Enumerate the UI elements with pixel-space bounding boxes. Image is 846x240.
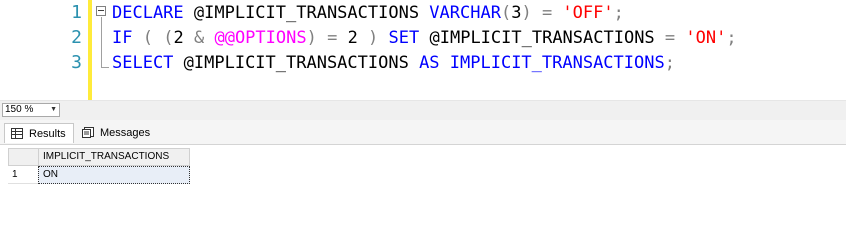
identifier-token: @IMPLICIT_TRANSACTIONS	[419, 28, 665, 48]
tab-results-label: Results	[29, 128, 66, 140]
grid-icon	[11, 128, 23, 139]
identifier-token: @IMPLICIT_TRANSACTIONS	[173, 53, 420, 73]
operator-token: )	[306, 28, 317, 48]
line-number-gutter: 1 2 3	[0, 0, 88, 100]
identifier-token: @IMPLICIT_TRANSACTIONS	[183, 3, 430, 23]
query-editor[interactable]: 1 2 3 DECLARE @IMPLICIT_TRANSACTIONS VAR…	[0, 0, 846, 100]
results-grid[interactable]: IMPLICIT_TRANSACTIONS 1 ON	[0, 145, 846, 200]
keyword-token: SELECT	[112, 53, 174, 73]
change-tracking-bar	[88, 0, 92, 100]
zoom-dropdown[interactable]: 150 % ▼	[2, 103, 60, 117]
grid-corner[interactable]	[8, 148, 38, 166]
operator-token: (	[163, 28, 174, 48]
number-token: 2	[173, 28, 194, 48]
alias-token: IMPLICIT_TRANSACTIONS	[439, 53, 665, 73]
code-line-2[interactable]: IF ( (2 & @@OPTIONS) = 2 ) SET @IMPLICIT…	[112, 25, 737, 51]
operator-token: (	[142, 28, 153, 48]
code-line-3[interactable]: SELECT @IMPLICIT_TRANSACTIONS AS IMPLICI…	[112, 50, 675, 76]
column-header[interactable]: IMPLICIT_TRANSACTIONS	[38, 148, 190, 166]
keyword-token: IF	[112, 28, 133, 48]
string-token: 'ON'	[685, 28, 727, 48]
row-header[interactable]: 1	[8, 166, 38, 184]
tab-results[interactable]: Results	[4, 123, 74, 143]
operator-token: =	[664, 28, 676, 48]
operator-token: )	[521, 3, 532, 23]
tab-messages-label: Messages	[100, 127, 151, 139]
collapse-outline-icon[interactable]	[96, 6, 106, 16]
results-tab-strip: Results Messages	[0, 120, 846, 145]
editor-status-strip: 150 % ▼	[0, 100, 846, 120]
chevron-down-icon[interactable]: ▼	[50, 104, 57, 116]
operator-token: (	[500, 3, 512, 23]
line-number: 2	[71, 27, 82, 48]
operator-token: ;	[664, 53, 675, 73]
operator-token: )	[368, 28, 379, 48]
string-token: 'OFF'	[562, 3, 614, 23]
grid-cell[interactable]: ON	[38, 166, 190, 184]
zoom-value: 150 %	[5, 104, 34, 115]
operator-token: ;	[726, 28, 737, 48]
messages-icon	[82, 127, 94, 138]
operator-token: &	[193, 28, 205, 48]
keyword-token: SET	[388, 28, 420, 48]
tab-messages[interactable]: Messages	[76, 123, 156, 143]
keyword-token: DECLARE	[112, 3, 184, 23]
operator-token: =	[316, 28, 348, 48]
operator-token: =	[531, 3, 563, 23]
keyword-token: VARCHAR	[429, 3, 501, 23]
outline-guide-end	[101, 67, 109, 68]
number-token: 3	[511, 3, 522, 23]
line-number: 1	[71, 2, 82, 23]
system-function-token: @@OPTIONS	[214, 28, 307, 48]
operator-token: ;	[613, 3, 624, 23]
number-token: 2	[347, 28, 369, 48]
line-number: 3	[71, 52, 82, 73]
code-line-1[interactable]: DECLARE @IMPLICIT_TRANSACTIONS VARCHAR(3…	[112, 0, 624, 26]
keyword-token: AS	[419, 53, 440, 73]
outline-guide	[101, 17, 102, 67]
